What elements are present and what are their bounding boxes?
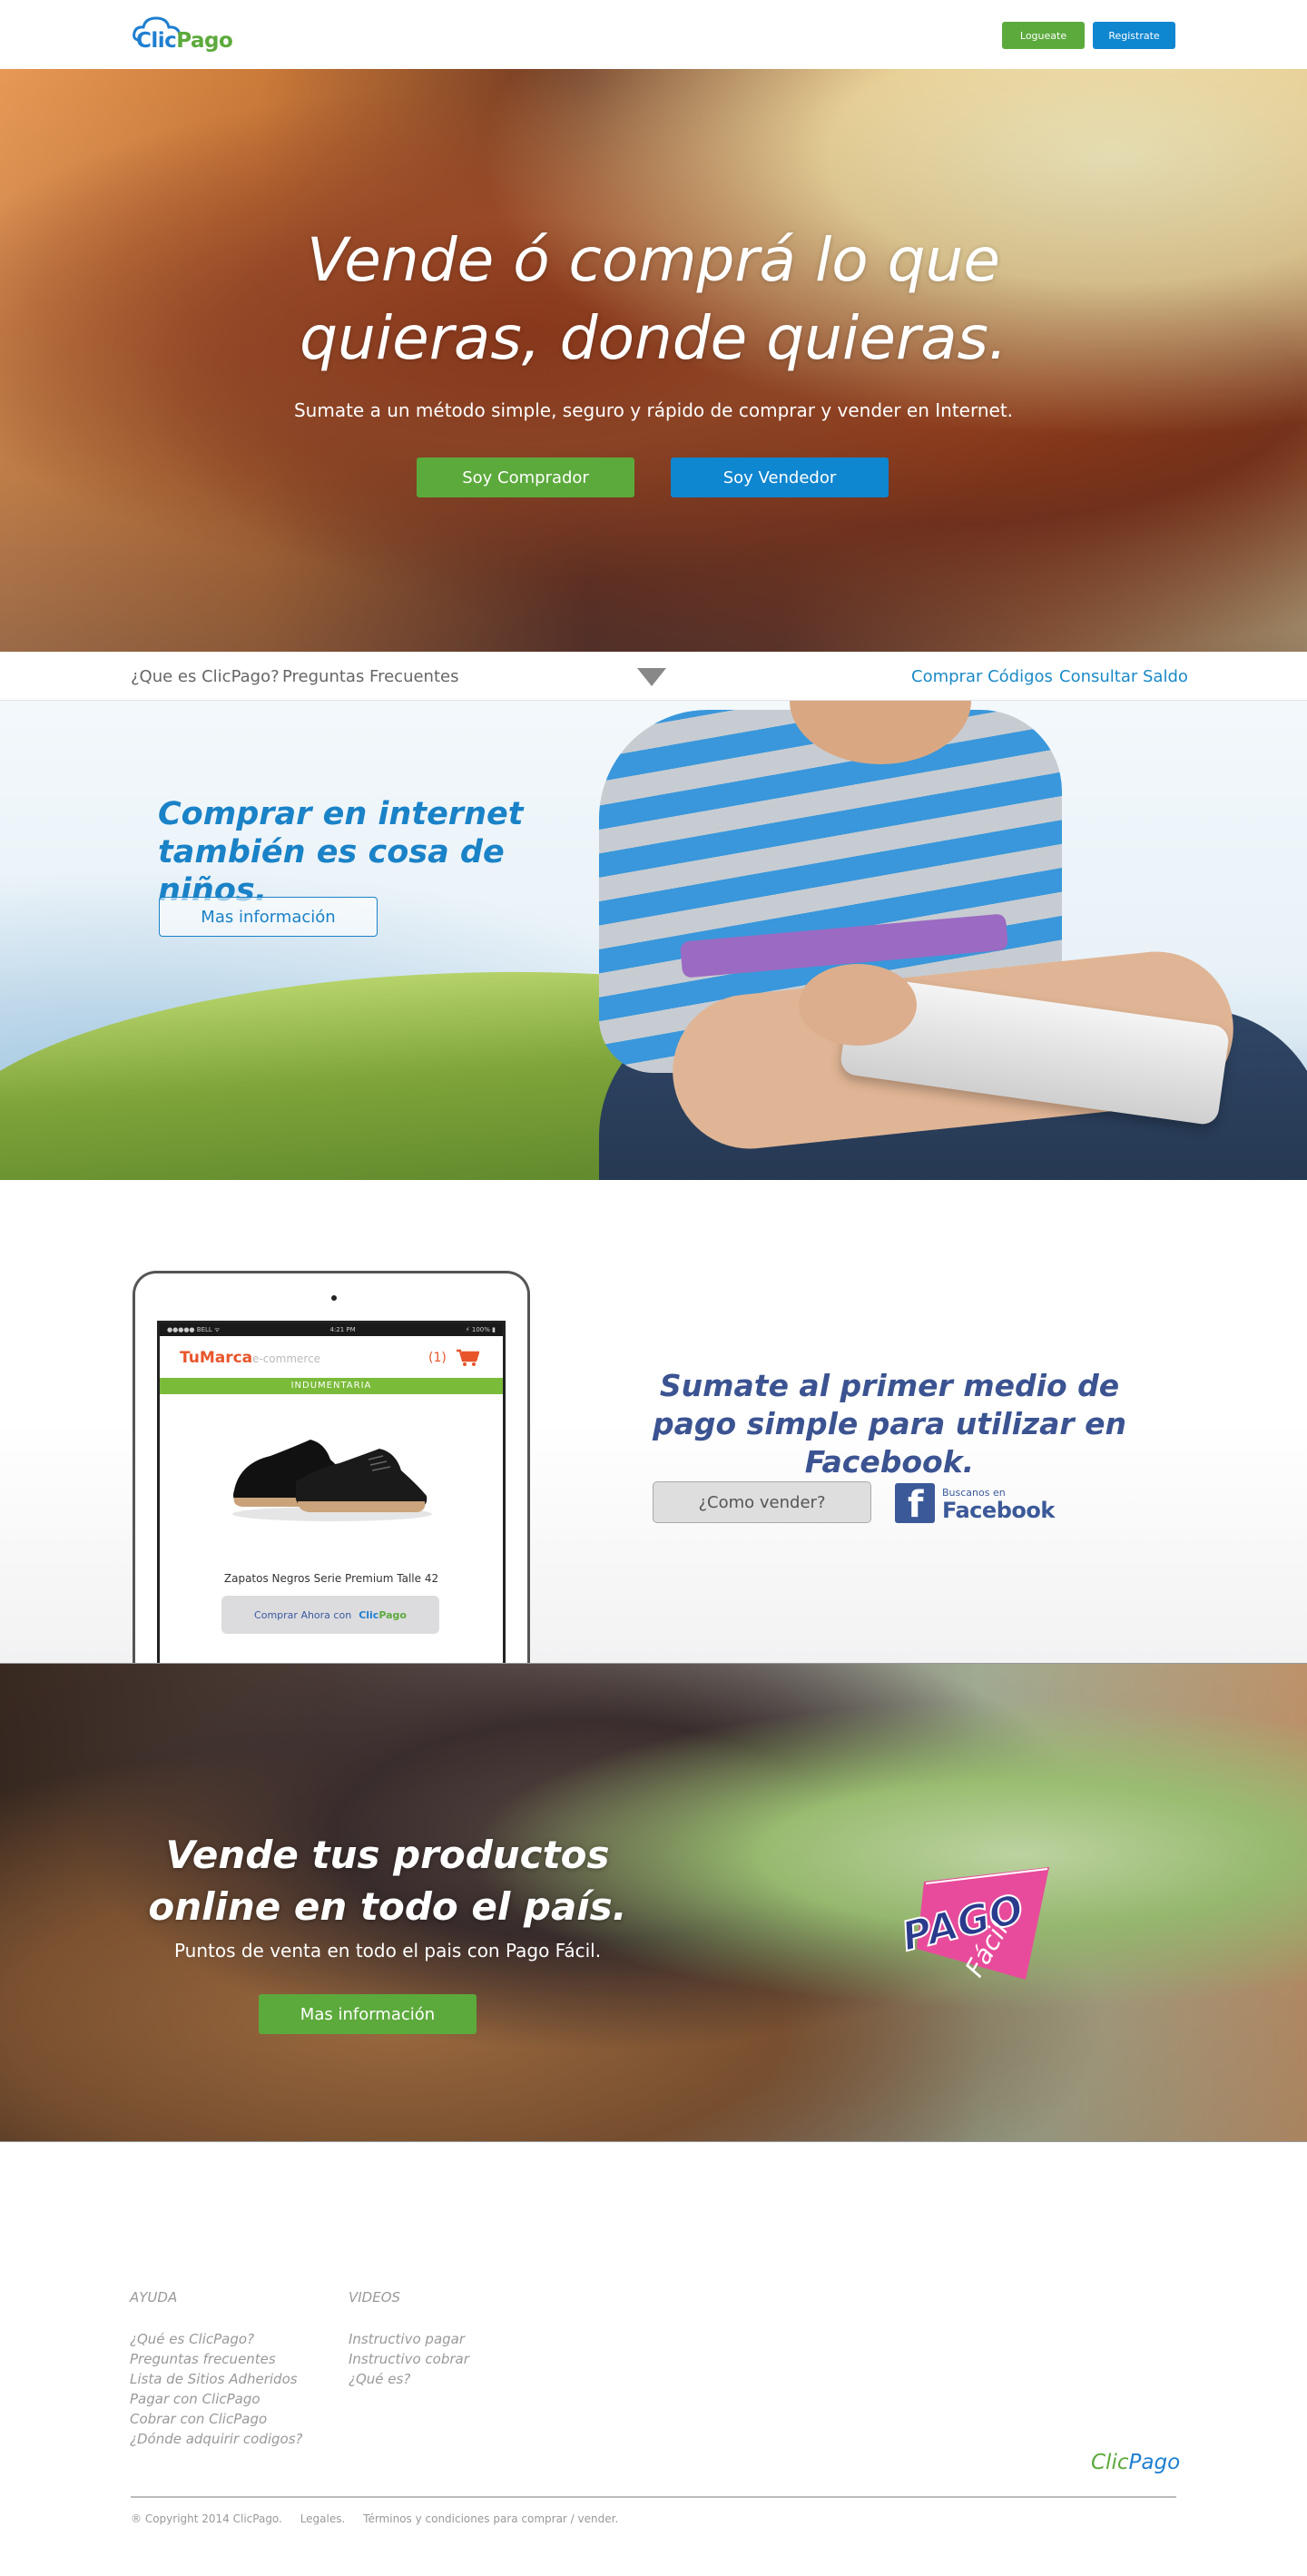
buy-now-logo: ClicPago	[359, 1608, 407, 1621]
register-button[interactable]: Registrate	[1093, 22, 1175, 49]
nav-link-check-balance[interactable]: Consultar Saldo	[1059, 667, 1188, 686]
footer-videos-column: VIDEOS Instructivo pagar Instructivo cob…	[349, 2289, 469, 2389]
footer-link[interactable]: Cobrar con ClicPago	[130, 2409, 302, 2429]
product-name: Zapatos Negros Serie Premium Talle 42	[223, 1572, 439, 1585]
tablet-screen: ●●●●● BELL ᯤ 4:21 PM ⚡ 100% ▮ TuMarca e-…	[157, 1321, 506, 1663]
footer-videos-heading: VIDEOS	[349, 2289, 401, 2306]
hero-title: Vende ó comprá lo que quieras, donde qui…	[300, 225, 1007, 373]
status-bar: ●●●●● BELL ᯤ 4:21 PM ⚡ 100% ▮	[160, 1323, 503, 1336]
buy-now-button[interactable]: Comprar Ahora con ClicPago	[221, 1596, 439, 1634]
footer-link[interactable]: ¿Qué es ClicPago?	[130, 2329, 302, 2349]
footer-help-heading: AYUDA	[130, 2289, 178, 2306]
category-bar: INDUMENTARIA	[160, 1378, 503, 1394]
terms-link[interactable]: Términos y condiciones para comprar / ve…	[363, 2512, 618, 2525]
nav-link-buy-codes[interactable]: Comprar Códigos	[911, 667, 1053, 686]
pago-facil-section: Vende tus productos online en todo el pa…	[0, 1663, 1307, 2142]
tablet-mockup: ●●●●● BELL ᯤ 4:21 PM ⚡ 100% ▮ TuMarca e-…	[133, 1271, 530, 1663]
camera-dot	[331, 1295, 337, 1301]
facebook-section: ●●●●● BELL ᯤ 4:21 PM ⚡ 100% ▮ TuMarca e-…	[0, 1180, 1307, 1663]
seller-button[interactable]: Soy Vendedor	[671, 457, 889, 497]
footer-link[interactable]: Pagar con ClicPago	[130, 2389, 302, 2409]
facebook-icon: f	[895, 1483, 935, 1525]
footer-link[interactable]: ¿Qué es?	[349, 2369, 469, 2389]
shoe-product-image	[232, 1440, 432, 1521]
status-battery: ⚡ 100% ▮	[465, 1326, 496, 1333]
facebook-badge[interactable]: f Buscanos en Facebook	[895, 1483, 1055, 1525]
legal-link[interactable]: Legales.	[300, 2512, 346, 2525]
footer-help-column: AYUDA ¿Qué es ClicPago? Preguntas frecue…	[130, 2289, 302, 2449]
login-button[interactable]: Logueate	[1002, 22, 1085, 49]
shop-brand-sub: e-commerce	[252, 1352, 321, 1365]
status-time: 4:21 PM	[329, 1326, 356, 1333]
logo-text: ClicPago	[136, 29, 233, 53]
shop-brand: TuMarca	[180, 1349, 253, 1367]
buy-now-label: Comprar Ahora con	[254, 1608, 352, 1621]
kids-more-info-button[interactable]: Mas información	[159, 897, 378, 937]
nav-link-faq[interactable]: Preguntas Frecuentes	[282, 667, 458, 686]
footer-logo: ClicPago	[1091, 2451, 1181, 2474]
footer-divider	[131, 2496, 1176, 2498]
how-to-sell-button[interactable]: ¿Como vender?	[653, 1481, 871, 1523]
facebook-badge-big: Facebook	[942, 1498, 1055, 1523]
nav-link-que-es[interactable]: ¿Que es ClicPago?	[131, 667, 280, 686]
pago-facil-more-info-button[interactable]: Mas información	[259, 1994, 477, 2034]
cart-icon	[457, 1349, 479, 1366]
buyer-button[interactable]: Soy Comprador	[417, 457, 634, 497]
cart-count: (1)	[428, 1351, 447, 1365]
kid-hand-image	[799, 964, 917, 1046]
site-footer: AYUDA ¿Qué es ClicPago? Preguntas frecue…	[0, 2142, 1307, 2576]
hero-banner: Vende ó comprá lo que quieras, donde qui…	[0, 69, 1307, 652]
facebook-title: Sumate al primer medio de pago simple pa…	[652, 1368, 1127, 1480]
copyright-text: ® Copyright 2014 ClicPago.	[131, 2512, 282, 2525]
footer-copyright: ® Copyright 2014 ClicPago. Legales. Térm…	[131, 2512, 633, 2525]
secondary-nav: ¿Que es ClicPago? Preguntas Frecuentes C…	[0, 652, 1307, 701]
status-carrier: ●●●●● BELL ᯤ	[167, 1325, 221, 1333]
footer-link[interactable]: ¿Dónde adquirir codigos?	[130, 2429, 302, 2449]
pago-facil-logo: PAGO Fácil	[897, 1867, 1049, 1982]
top-header: ClicPago Logueate Registrate	[0, 0, 1307, 69]
footer-link[interactable]: Preguntas frecuentes	[130, 2349, 302, 2369]
footer-link[interactable]: Instructivo cobrar	[349, 2349, 469, 2369]
kids-section: Comprar en internet también es cosa de n…	[0, 701, 1307, 1180]
footer-link[interactable]: Lista de Sitios Adheridos	[130, 2369, 302, 2389]
hero-subtitle: Sumate a un método simple, seguro y rápi…	[293, 399, 1014, 421]
pago-facil-title: Vende tus productos online en todo el pa…	[148, 1833, 627, 1929]
triangle-down-icon[interactable]	[637, 668, 666, 686]
pago-facil-subtitle: Puntos de venta en todo el pais con Pago…	[173, 1940, 602, 1961]
footer-link[interactable]: Instructivo pagar	[349, 2329, 469, 2349]
clicpago-logo[interactable]: ClicPago	[131, 13, 233, 56]
kids-title: Comprar en internet también es cosa de n…	[158, 796, 524, 909]
shop-header: TuMarca e-commerce (1)	[160, 1336, 503, 1378]
